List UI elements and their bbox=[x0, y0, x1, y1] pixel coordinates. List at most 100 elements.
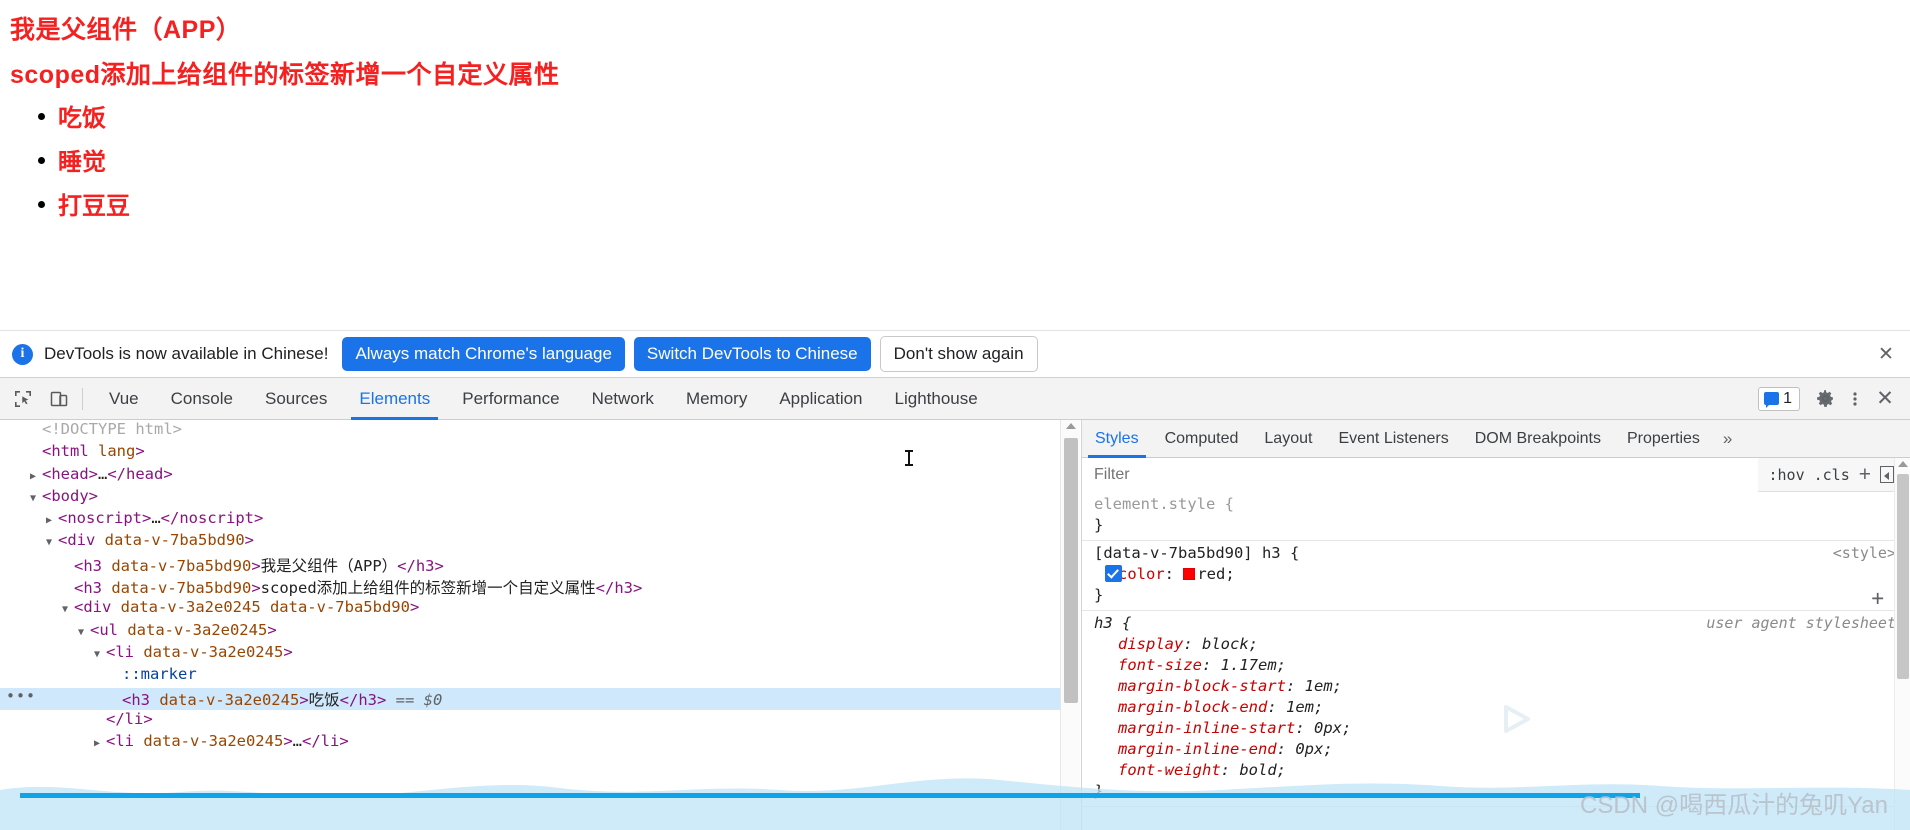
dom-node-row[interactable]: <h3 data-v-7ba5bd90>scoped添加上给组件的标签新增一个自… bbox=[0, 576, 1060, 598]
expand-twisty-closed-icon[interactable]: ▶ bbox=[94, 738, 106, 749]
expand-twisty-open-icon[interactable]: ▼ bbox=[46, 537, 58, 548]
css-colon: : bbox=[1202, 656, 1221, 674]
css-property-value[interactable]: 1em bbox=[1305, 677, 1333, 695]
styles-tab-dom-breakpoints[interactable]: DOM Breakpoints bbox=[1462, 420, 1614, 458]
devtools-tab-vue[interactable]: Vue bbox=[93, 378, 155, 420]
scroll-up-arrow-icon[interactable] bbox=[1066, 423, 1076, 429]
add-declaration-icon[interactable]: + bbox=[1871, 586, 1884, 610]
css-colon: : bbox=[1183, 635, 1202, 653]
dom-node-row[interactable]: </li> bbox=[0, 710, 1060, 732]
more-tabs-icon[interactable]: » bbox=[1713, 429, 1742, 449]
switch-devtools-to-chinese-button[interactable]: Switch DevTools to Chinese bbox=[633, 337, 871, 371]
css-declaration[interactable]: display: block; bbox=[1094, 635, 1900, 656]
css-property-name[interactable]: display bbox=[1094, 635, 1183, 653]
expand-twisty-open-icon[interactable]: ▼ bbox=[78, 627, 90, 638]
devtools-tab-application[interactable]: Application bbox=[763, 378, 878, 420]
css-property-value[interactable]: 0px bbox=[1295, 740, 1323, 758]
styles-tab-properties[interactable]: Properties bbox=[1614, 420, 1713, 458]
css-rule[interactable]: [data-v-7ba5bd90] h3 { <style> color: red;… bbox=[1082, 541, 1910, 611]
styles-scrollbar[interactable] bbox=[1894, 458, 1910, 830]
devtools-tab-sources[interactable]: Sources bbox=[249, 378, 343, 420]
dom-node-row[interactable]: ▶ <li data-v-3a2e0245>…</li> bbox=[0, 732, 1060, 754]
always-match-chrome-language-button[interactable]: Always match Chrome's language bbox=[342, 337, 625, 371]
css-declaration[interactable]: font-weight: bold; bbox=[1094, 761, 1900, 782]
devtools-tab-elements[interactable]: Elements bbox=[343, 378, 446, 420]
dom-node-row[interactable]: ▶ <noscript>…</noscript> bbox=[0, 509, 1060, 531]
expand-twisty-closed-icon[interactable]: ▶ bbox=[46, 515, 58, 526]
css-property-value[interactable]: bold bbox=[1239, 761, 1276, 779]
styles-tab-event-listeners[interactable]: Event Listeners bbox=[1325, 420, 1461, 458]
new-style-rule-icon[interactable]: + bbox=[1859, 464, 1871, 485]
css-declaration[interactable]: margin-block-end: 1em; bbox=[1094, 698, 1900, 719]
css-rule[interactable]: element.style {} bbox=[1082, 492, 1910, 541]
dont-show-again-button[interactable]: Don't show again bbox=[879, 336, 1038, 372]
css-property-value[interactable]: red bbox=[1197, 565, 1225, 583]
css-declaration[interactable]: margin-inline-end: 0px; bbox=[1094, 740, 1900, 761]
scrollbar-thumb[interactable] bbox=[1064, 438, 1078, 703]
devtools-tab-lighthouse[interactable]: Lighthouse bbox=[879, 378, 994, 420]
declaration-enabled-checkbox[interactable] bbox=[1105, 565, 1122, 582]
dom-node-row[interactable]: <!DOCTYPE html> bbox=[0, 420, 1060, 442]
dom-tree-scrollbar[interactable] bbox=[1060, 420, 1080, 830]
dom-node-row-selected[interactable]: ••• <h3 data-v-3a2e0245>吃饭</h3> == $0 bbox=[0, 687, 1060, 710]
css-property-name[interactable]: font-weight bbox=[1094, 761, 1221, 779]
css-property-name[interactable]: margin-block-start bbox=[1094, 677, 1286, 695]
css-rule-origin[interactable]: <style> bbox=[1833, 544, 1896, 562]
dom-node-row[interactable]: ▼ <div data-v-3a2e0245 data-v-7ba5bd90> bbox=[0, 598, 1060, 620]
css-declaration[interactable]: font-size: 1.17em; bbox=[1094, 656, 1900, 677]
devtools-tab-console[interactable]: Console bbox=[155, 378, 249, 420]
dom-node-row[interactable]: ▼ <body> bbox=[0, 487, 1060, 509]
css-property-name[interactable]: margin-inline-start bbox=[1094, 719, 1295, 737]
css-selector[interactable]: h3 { bbox=[1094, 614, 1131, 632]
device-toolbar-icon[interactable] bbox=[46, 386, 72, 412]
issues-badge[interactable]: 1 bbox=[1758, 386, 1800, 411]
css-rule-origin[interactable]: user agent stylesheet bbox=[1706, 614, 1896, 632]
page-heading-scoped-note: scoped添加上给组件的标签新增一个自定义属性 bbox=[10, 61, 560, 89]
css-rule[interactable]: h3 { user agent stylesheet display: block;… bbox=[1082, 611, 1910, 807]
css-property-value[interactable]: 0px bbox=[1314, 719, 1342, 737]
css-declaration[interactable]: margin-block-start: 1em; bbox=[1094, 677, 1900, 698]
close-devtools-icon[interactable]: ✕ bbox=[1870, 384, 1900, 414]
css-selector[interactable]: [data-v-7ba5bd90] h3 { bbox=[1094, 544, 1299, 562]
scroll-up-arrow-icon[interactable] bbox=[1898, 461, 1908, 467]
inspect-element-icon[interactable] bbox=[10, 386, 36, 412]
css-property-name[interactable]: font-size bbox=[1094, 656, 1202, 674]
expand-twisty-open-icon[interactable]: ▼ bbox=[94, 649, 106, 660]
css-rules-list[interactable]: element.style {} [data-v-7ba5bd90] h3 { <s… bbox=[1082, 492, 1910, 807]
expand-twisty-closed-icon[interactable]: ▶ bbox=[30, 471, 42, 482]
dom-node-row[interactable]: ▼ <ul data-v-3a2e0245> bbox=[0, 621, 1060, 643]
devtools-tab-network[interactable]: Network bbox=[576, 378, 670, 420]
close-icon[interactable]: ✕ bbox=[1876, 345, 1896, 365]
hov-toggle[interactable]: :hov bbox=[1768, 466, 1804, 484]
css-property-name[interactable]: margin-inline-end bbox=[1094, 740, 1277, 758]
css-declaration[interactable]: margin-inline-start: 0px; bbox=[1094, 719, 1900, 740]
dom-node-row[interactable]: <html lang> bbox=[0, 442, 1060, 464]
dom-node-row[interactable]: <h3 data-v-7ba5bd90>我是父组件（APP）</h3> bbox=[0, 554, 1060, 576]
css-property-value[interactable]: 1.17em bbox=[1221, 656, 1277, 674]
css-declaration[interactable]: color: red; bbox=[1094, 565, 1900, 586]
kebab-menu-icon[interactable] bbox=[1840, 384, 1870, 414]
dom-node-row[interactable]: ▼ <div data-v-7ba5bd90> bbox=[0, 531, 1060, 553]
styles-filter-input[interactable] bbox=[1082, 457, 1759, 492]
expand-twisty-open-icon[interactable]: ▼ bbox=[62, 604, 74, 615]
scrollbar-thumb[interactable] bbox=[1897, 474, 1909, 679]
color-swatch-icon[interactable] bbox=[1183, 568, 1196, 580]
css-semicolon: ; bbox=[1313, 698, 1324, 716]
styles-tab-layout[interactable]: Layout bbox=[1251, 420, 1325, 458]
gear-icon[interactable] bbox=[1810, 384, 1840, 414]
dom-node-row[interactable]: ▼ <li data-v-3a2e0245> bbox=[0, 643, 1060, 665]
dom-tree-panel[interactable]: <!DOCTYPE html> <html lang> ▶ <head>…</head… bbox=[0, 420, 1060, 830]
styles-tab-computed[interactable]: Computed bbox=[1152, 420, 1252, 458]
css-property-value[interactable]: 1em bbox=[1286, 698, 1314, 716]
css-property-value[interactable]: block bbox=[1202, 635, 1249, 653]
dom-node-row[interactable]: ▶ <head>…</head> bbox=[0, 465, 1060, 487]
node-overflow-icon[interactable]: ••• bbox=[6, 687, 36, 705]
css-selector[interactable]: element.style { bbox=[1094, 495, 1234, 513]
devtools-tab-memory[interactable]: Memory bbox=[670, 378, 763, 420]
styles-tab-styles[interactable]: Styles bbox=[1082, 420, 1152, 458]
dom-node-row[interactable]: ::marker bbox=[0, 665, 1060, 687]
css-property-name[interactable]: margin-block-end bbox=[1094, 698, 1267, 716]
cls-toggle[interactable]: .cls bbox=[1814, 466, 1850, 484]
devtools-tab-performance[interactable]: Performance bbox=[446, 378, 575, 420]
expand-twisty-open-icon[interactable]: ▼ bbox=[30, 493, 42, 504]
